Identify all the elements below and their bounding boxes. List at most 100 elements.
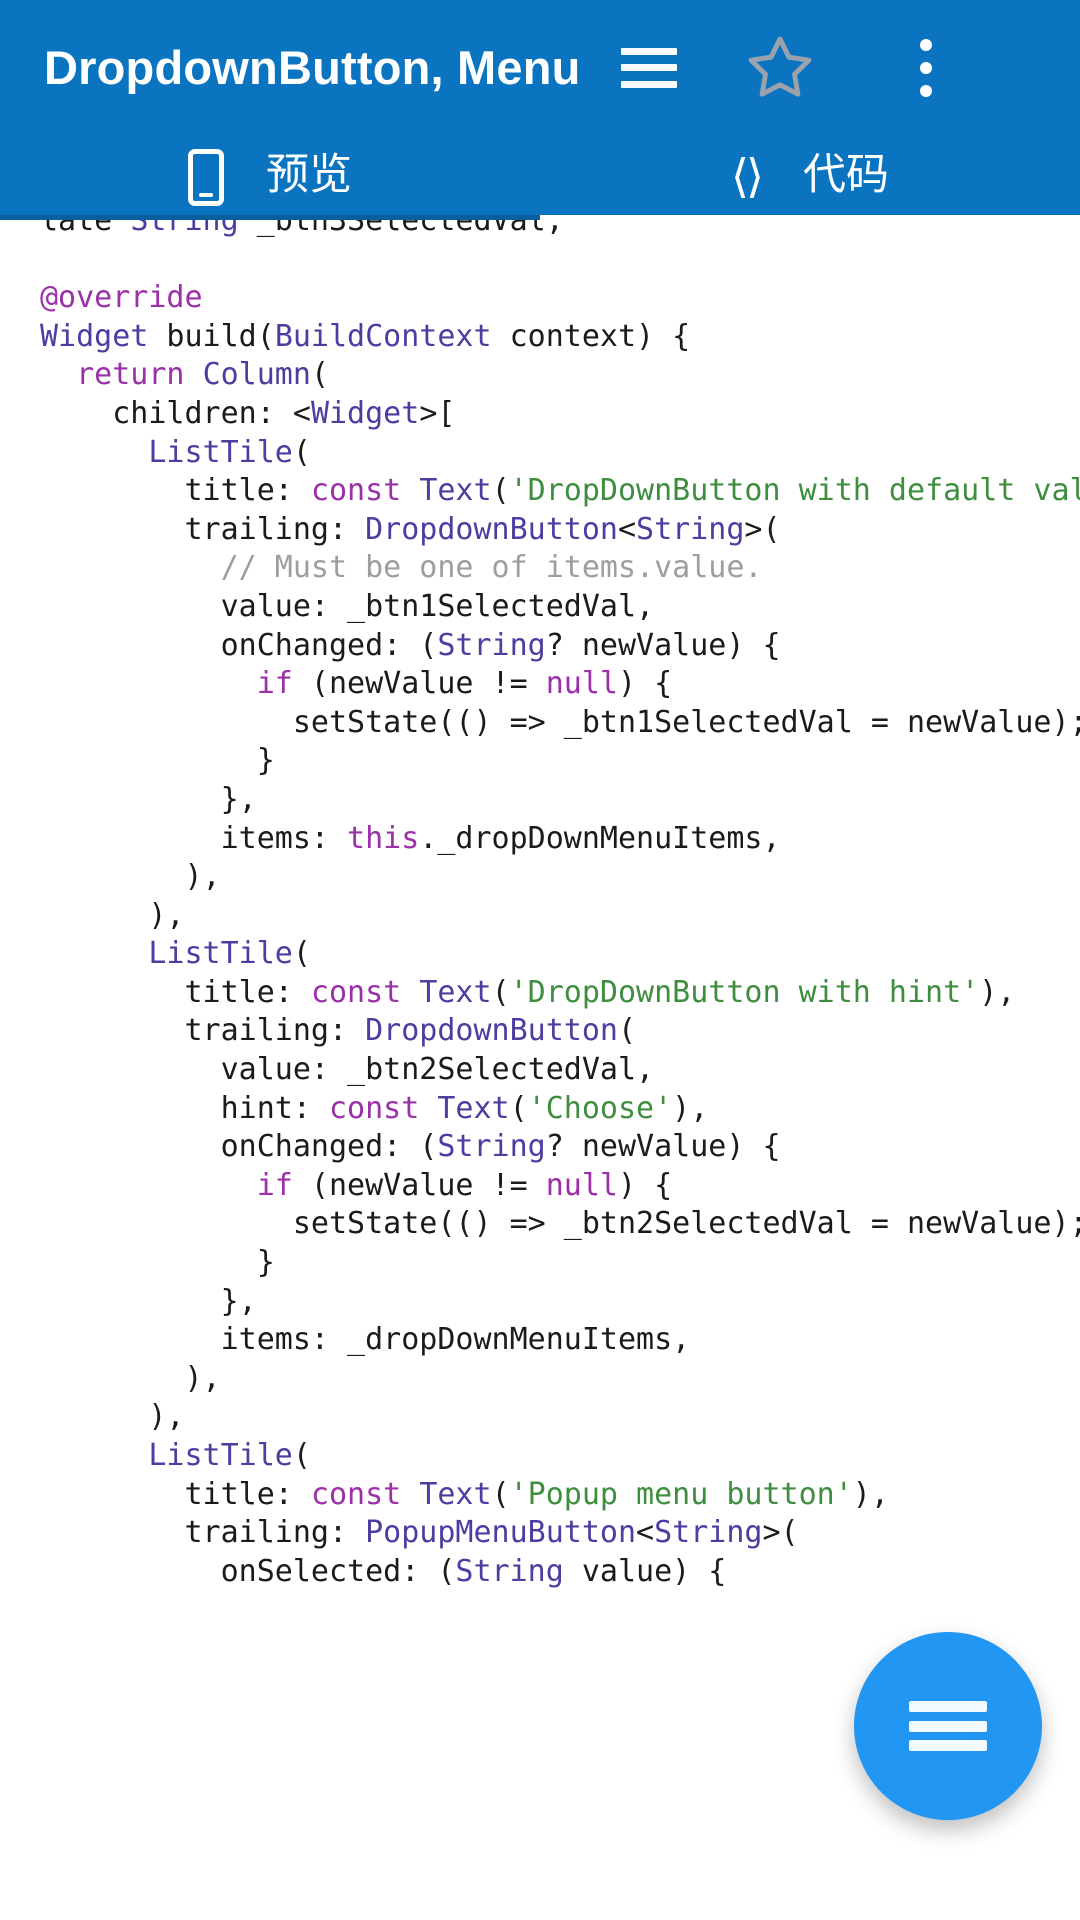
code-line: ), [40,897,1080,936]
code-line: @override [40,279,1080,318]
code-token: DropdownButton [365,1013,618,1049]
code-line: value: _btn2SelectedVal, [40,1051,1080,1090]
code-line: Widget build(BuildContext context) { [40,318,1080,357]
app-bar-menu-button[interactable] [589,0,709,135]
code-token: String [130,220,239,238]
code-token: title: [40,974,311,1010]
code-line: ), [40,1360,1080,1399]
code-token: null [545,1167,618,1203]
hamburger-bar [621,64,677,71]
code-line: setState(() => _btn1SelectedVal = newVal… [40,704,1080,743]
code-line: trailing: DropdownButton<String>( [40,511,1080,550]
code-token: BuildContext [274,318,492,354]
phone-icon [188,149,224,206]
code-token: ) { [618,666,673,702]
code-token: < [617,511,637,547]
code-line: trailing: DropdownButton( [40,1012,1080,1051]
code-token: DropdownButton [365,511,618,547]
code-token: Widget [40,318,149,354]
code-line: if (newValue != null) { [40,1167,1080,1206]
hamburger-bar [909,1740,987,1751]
code-line: if (newValue != null) { [40,665,1080,704]
dot [920,84,932,97]
code-line: ListTile( [40,935,1080,974]
code-token: ._dropDownMenuItems, [419,820,781,856]
more-vert-icon [920,38,932,97]
code-line: title: const Text('DropDownButton with h… [40,974,1080,1013]
code-token: >( [762,1515,799,1551]
tab-code-label: 代码 [802,150,889,200]
tab-preview-underline [0,215,540,220]
code-line: trailing: PopupMenuButton<String>( [40,1514,1080,1553]
code-token: build( [148,318,275,354]
code-token: Column [202,357,311,393]
code-token: const [310,1476,402,1512]
code-line: }, [40,1283,1080,1322]
app-bar: DropdownButton, Menu [0,0,1080,135]
code-line: title: const Text('Popup menu button'), [40,1476,1080,1515]
code-token: ( [292,434,311,470]
code-line: onChanged: (String? newValue) { [40,1128,1080,1167]
code-token: ( [617,1013,637,1049]
code-token: >( [744,511,781,547]
code-token: children: < [40,395,311,431]
code-line: onChanged: (String? newValue) { [40,627,1080,666]
code-line: items: _dropDownMenuItems, [40,1321,1080,1360]
hamburger-bar [621,47,677,55]
code-token: ListTile [148,434,293,470]
code-token: onSelected: ( [40,1553,456,1589]
floating-action-button[interactable] [854,1632,1042,1820]
code-token: < [636,1515,655,1551]
code-token: null [545,666,618,702]
code-token: items: [40,820,348,856]
code-token: const [310,974,402,1010]
code-token: ), [40,1399,185,1435]
code-line: onSelected: (String value) { [40,1553,1080,1592]
code-line: title: const Text('DropDownButton with d… [40,472,1080,511]
code-token: setState(() => _btn1SelectedVal = newVal… [40,704,1080,740]
code-line: hint: const Text('Choose'), [40,1090,1080,1129]
code-token: ( [491,473,510,509]
code-token: Text [419,974,492,1010]
code-token: ), [40,897,185,933]
code-token: ), [40,859,221,895]
dot [920,61,932,74]
code-token: return [76,357,185,393]
code-content: late String _btn3SelectedVal; @override Wi… [0,220,1080,1591]
code-token: title: [40,1476,311,1512]
code-token: context) { [491,318,691,354]
code-token: String [455,1553,564,1589]
code-token: value: _btn2SelectedVal, [40,1052,655,1088]
code-line: ), [40,858,1080,897]
code-token: this [347,820,420,856]
code-line: }, [40,781,1080,820]
code-token: ( [292,936,311,972]
tab-preview-label: 预览 [266,150,352,200]
code-line: ), [40,1398,1080,1437]
tab-preview[interactable]: 预览 [0,135,540,220]
star-icon [748,36,812,97]
code-token: }, [40,781,257,817]
code-line: } [40,742,1080,781]
code-line: children: <Widget>[ [40,395,1080,434]
code-token: ListTile [148,936,293,972]
code-line: items: this._dropDownMenuItems, [40,820,1080,859]
code-token: String [437,1129,546,1165]
code-token: (newValue != [292,666,546,702]
code-token: ( [509,1090,528,1126]
code-token: }, [40,1283,257,1319]
code-token: 'DropDownButton with hint' [509,974,980,1010]
favorite-button[interactable] [709,0,851,135]
tab-code[interactable]: ⟨⟩ 代码 [540,135,1080,220]
code-token: 'DropDownButton with default value' [509,473,1080,509]
code-token: const [310,473,402,509]
more-options-button[interactable] [851,0,1001,135]
